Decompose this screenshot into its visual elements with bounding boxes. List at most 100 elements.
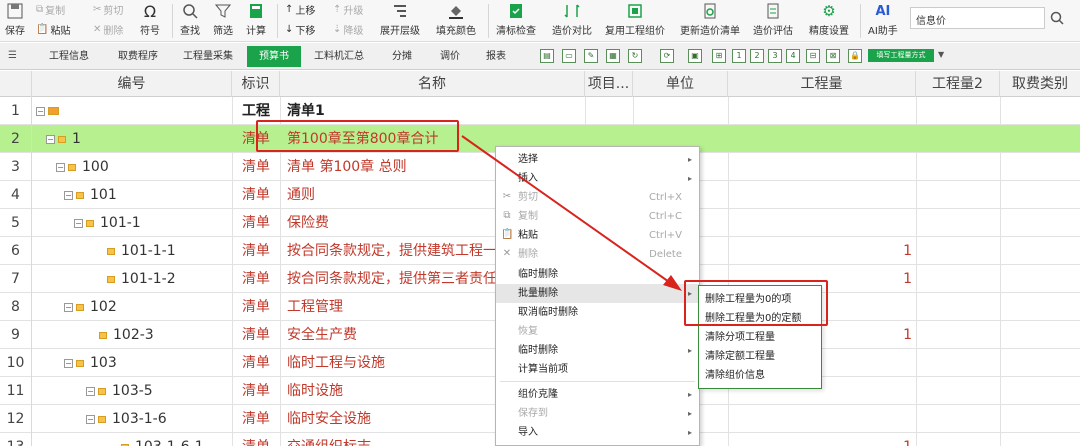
row-quantity[interactable]: 1 bbox=[728, 433, 912, 446]
update-list-button[interactable]: 更新造价清单 bbox=[680, 2, 740, 37]
reuse-pricing-button[interactable]: 复用工程组价 bbox=[605, 2, 665, 37]
toolbar-expand-icon[interactable]: ⊟ bbox=[806, 49, 820, 63]
level-4-button[interactable]: 4 bbox=[786, 49, 800, 63]
collapse-toggle-icon[interactable]: − bbox=[64, 358, 73, 368]
submenu-clear-item-quantity[interactable]: 清除分项工程量 bbox=[699, 328, 821, 347]
copy-button[interactable]: ⧉ 复制 bbox=[36, 2, 65, 17]
collapse-toggle-icon[interactable]: − bbox=[86, 414, 95, 424]
tab-allocation[interactable]: 分摊 bbox=[382, 46, 422, 67]
row-kind: 清单 bbox=[242, 243, 270, 259]
collapse-toggle-icon[interactable]: − bbox=[86, 386, 95, 396]
quantity-mode-button[interactable]: 填写工程量方式 bbox=[868, 49, 934, 62]
toolbar-collapse-icon[interactable]: ⊠ bbox=[826, 49, 840, 63]
collapse-toggle-icon[interactable]: − bbox=[64, 302, 73, 312]
toolbar-sync-icon[interactable]: ⟳ bbox=[660, 49, 674, 63]
chevron-down-icon[interactable]: ▼ bbox=[938, 50, 944, 59]
lock-icon[interactable]: 🔒 bbox=[848, 49, 862, 63]
submenu-clear-quota-quantity[interactable]: 清除定额工程量 bbox=[699, 347, 821, 366]
menu-item-restore[interactable]: 恢复 bbox=[496, 322, 699, 341]
collapse-toggle-icon[interactable]: − bbox=[64, 190, 73, 200]
menu-item-paste[interactable]: 📋 粘贴 Ctrl+V bbox=[496, 226, 699, 245]
col-kind[interactable]: 标识 bbox=[232, 71, 280, 97]
menu-item-cancel-temp-delete[interactable]: 取消临时删除 bbox=[496, 303, 699, 322]
collapse-toggle-icon[interactable]: − bbox=[74, 218, 83, 228]
row-quantity[interactable]: 1 bbox=[728, 237, 912, 265]
collapse-toggle-icon[interactable]: − bbox=[56, 162, 65, 172]
submenu-clear-pricing-info[interactable]: 清除组价信息 bbox=[699, 366, 821, 385]
tab-material-summary[interactable]: 工料机汇总 bbox=[307, 46, 371, 67]
menu-item-cut[interactable]: ✂ 剪切 Ctrl+X bbox=[496, 188, 699, 207]
paint-bucket-icon bbox=[447, 2, 465, 20]
symbol-button[interactable]: Ω 符号 bbox=[140, 2, 160, 38]
precision-settings-button[interactable]: ⚙ 精度设置 bbox=[809, 2, 849, 37]
col-quantity2[interactable]: 工程量2 bbox=[916, 71, 1000, 97]
row-quantity[interactable] bbox=[728, 181, 912, 209]
collapse-toggle-icon[interactable]: − bbox=[46, 134, 55, 144]
table-row[interactable]: 1− 工程 清单1 bbox=[0, 97, 1080, 125]
menu-item-select[interactable]: 选择 ▸ bbox=[496, 150, 699, 169]
calc-button[interactable]: 计算 bbox=[246, 2, 266, 37]
compare-button[interactable]: 造价对比 bbox=[552, 2, 592, 37]
toolbar-grid-icon[interactable]: ▤ bbox=[540, 49, 554, 63]
move-down-button[interactable]: ↓ 下移 bbox=[285, 22, 315, 37]
tab-quantity-collect[interactable]: 工程量采集 bbox=[176, 46, 240, 67]
col-code[interactable]: 编号 bbox=[32, 71, 232, 97]
upgrade-button[interactable]: ⇡ 升级 bbox=[333, 2, 363, 17]
row-number: 5 bbox=[0, 209, 32, 237]
row-quantity[interactable] bbox=[728, 209, 912, 237]
tab-price-adjust[interactable]: 调价 bbox=[430, 46, 470, 67]
search-input[interactable]: 信息价 bbox=[910, 7, 1045, 29]
downgrade-button[interactable]: ⇣ 降级 bbox=[333, 22, 363, 37]
compare-icon bbox=[563, 2, 581, 20]
delete-button[interactable]: ✕ 删除 bbox=[93, 22, 123, 37]
toolbar-edit-icon[interactable]: ✎ bbox=[584, 49, 598, 63]
menu-item-group-clone[interactable]: 组价克隆 ▸ bbox=[496, 385, 699, 404]
tab-reports[interactable]: 报表 bbox=[476, 46, 516, 67]
row-quantity[interactable] bbox=[728, 97, 912, 125]
col-name[interactable]: 名称 bbox=[280, 71, 585, 97]
menu-item-temp-delete-sub[interactable]: 临时删除 ▸ bbox=[496, 341, 699, 360]
expand-level-button[interactable]: 展开层级 bbox=[380, 2, 420, 37]
menu-item-save-to[interactable]: 保存到 ▸ bbox=[496, 404, 699, 423]
menu-item-insert[interactable]: 插入 ▸ bbox=[496, 169, 699, 188]
filter-button[interactable]: 筛选 bbox=[213, 2, 233, 37]
fill-color-button[interactable]: 填充颜色 bbox=[436, 2, 476, 37]
menu-item-import[interactable]: 导入 ▸ bbox=[496, 423, 699, 442]
menu-item-copy[interactable]: ⧉ 复制 Ctrl+C bbox=[496, 207, 699, 226]
move-up-button[interactable]: ↑ 上移 bbox=[285, 2, 315, 17]
col-unit[interactable]: 单位 bbox=[633, 71, 728, 97]
tab-budget[interactable]: 预算书 bbox=[247, 46, 301, 67]
tab-project-info[interactable]: 工程信息 bbox=[42, 46, 96, 67]
row-quantity[interactable] bbox=[728, 405, 912, 433]
toolbar-calc-icon[interactable]: ▣ bbox=[688, 49, 702, 63]
col-feature[interactable]: 项目... bbox=[585, 71, 633, 97]
col-fee-category[interactable]: 取费类别 bbox=[1000, 71, 1080, 97]
ai-assistant-button[interactable]: AI AI助手 bbox=[868, 2, 898, 38]
search-button[interactable] bbox=[1046, 7, 1068, 29]
level-2-button[interactable]: 2 bbox=[750, 49, 764, 63]
toolbar-refresh-icon[interactable]: ↻ bbox=[628, 49, 642, 63]
evaluate-button[interactable]: 造价评估 bbox=[753, 2, 793, 37]
menu-item-delete[interactable]: ✕ 删除 Delete bbox=[496, 245, 699, 264]
collapse-toggle-icon[interactable]: − bbox=[36, 106, 45, 116]
reuse-icon bbox=[626, 2, 644, 20]
row-quantity[interactable] bbox=[728, 125, 912, 153]
check-button[interactable]: 清标检查 bbox=[496, 2, 536, 37]
level-3-button[interactable]: 3 bbox=[768, 49, 782, 63]
find-button[interactable]: 查找 bbox=[180, 2, 200, 37]
save-button[interactable]: 保存 bbox=[5, 2, 25, 37]
paste-button[interactable]: 📋 粘贴 bbox=[36, 22, 70, 37]
tab-fee-program[interactable]: 取费程序 bbox=[108, 46, 168, 67]
list-menu-icon[interactable]: ☰ bbox=[8, 50, 17, 61]
menu-item-temp-delete[interactable]: 临时删除 bbox=[496, 265, 699, 284]
level-1-button[interactable]: 1 bbox=[732, 49, 746, 63]
row-quantity[interactable] bbox=[728, 153, 912, 181]
toolbar-doc-icon[interactable]: ▭ bbox=[562, 49, 576, 63]
menu-item-batch-delete[interactable]: 批量删除 ▸ bbox=[496, 284, 699, 303]
folder-icon bbox=[68, 163, 76, 171]
toolbar-table-icon[interactable]: ▦ bbox=[606, 49, 620, 63]
col-quantity[interactable]: 工程量 bbox=[728, 71, 916, 97]
toolbar-layout-icon[interactable]: ⊞ bbox=[712, 49, 726, 63]
cut-button[interactable]: ✂ 剪切 bbox=[93, 2, 123, 17]
menu-item-calc-current[interactable]: 计算当前项 bbox=[496, 360, 699, 379]
